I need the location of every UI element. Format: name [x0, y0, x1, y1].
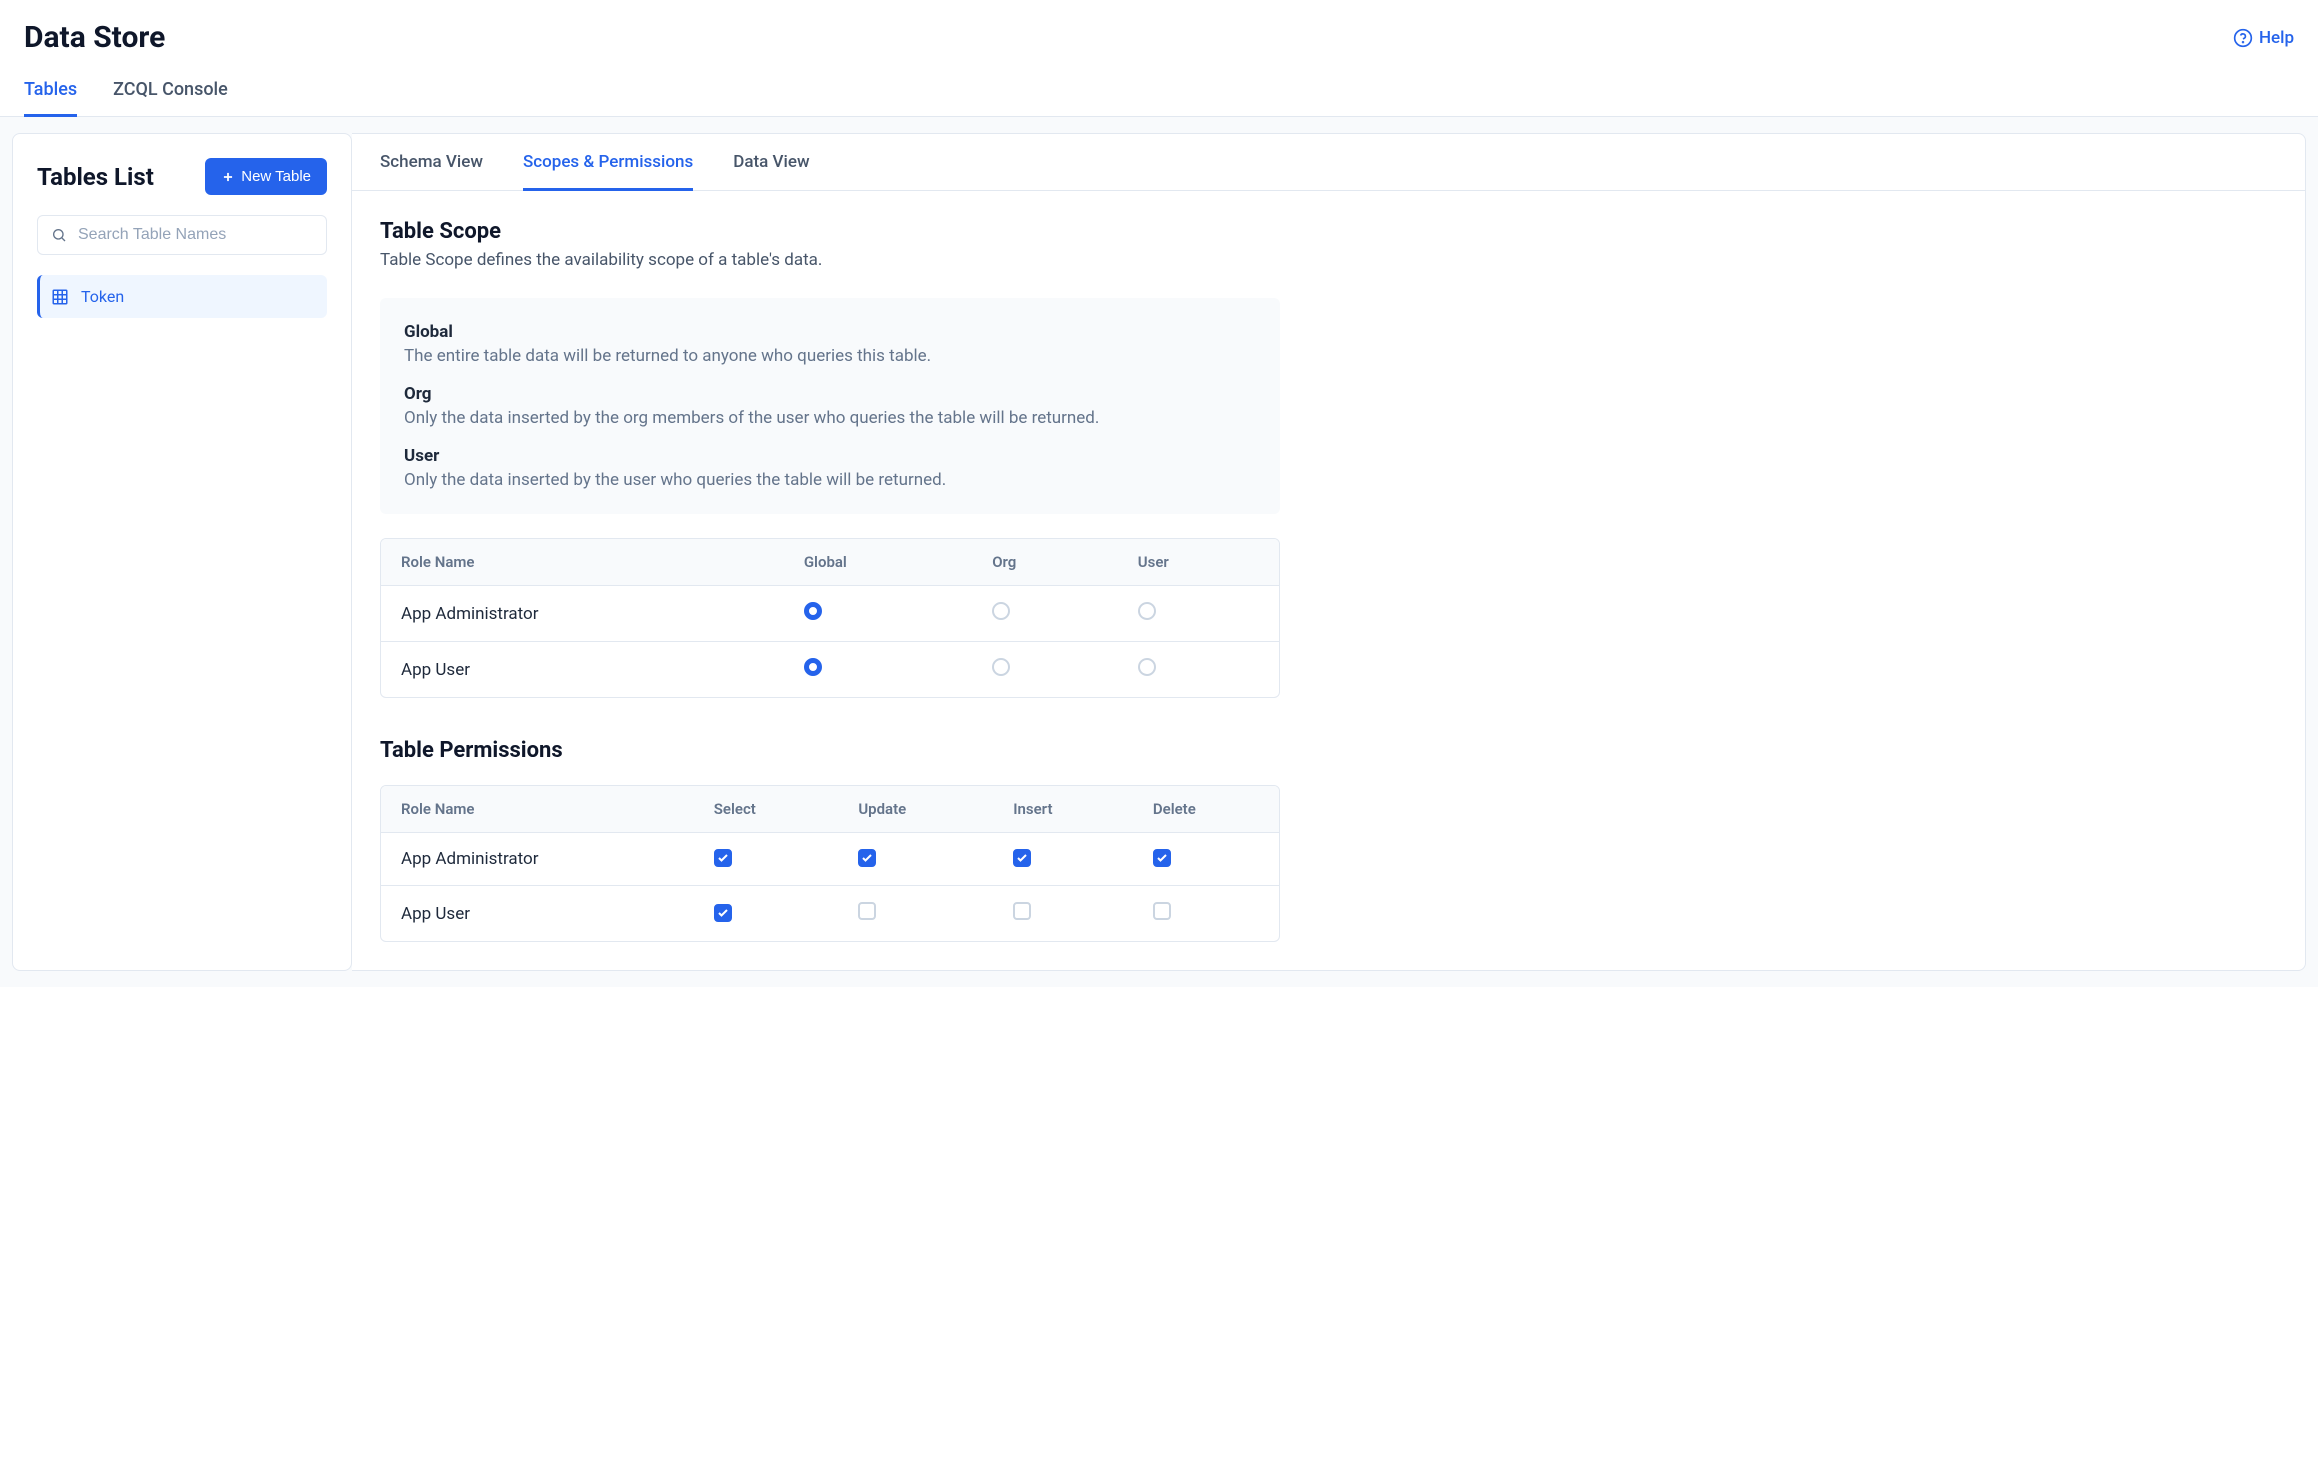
table-item-label: Token	[81, 287, 124, 306]
scope-radio-global[interactable]	[804, 658, 822, 676]
scope-row: App Administrator	[381, 586, 1279, 642]
table-list: Token	[37, 275, 327, 318]
perm-col-update: Update	[838, 786, 993, 833]
help-label: Help	[2259, 28, 2294, 48]
table-item-token[interactable]: Token	[37, 275, 327, 318]
sub-tab-scopes-permissions[interactable]: Scopes & Permissions	[523, 152, 693, 191]
sub-tabs: Schema View Scopes & Permissions Data View	[352, 134, 2305, 191]
scope-role-name: App User	[381, 642, 784, 697]
perm-col-insert: Insert	[993, 786, 1133, 833]
top-tabs: Tables ZCQL Console	[0, 55, 2318, 117]
scope-col-user: User	[1118, 539, 1279, 586]
scope-info-label: Org	[404, 384, 1256, 404]
scope-info-global: Global The entire table data will be retu…	[404, 322, 1256, 366]
scope-radio-org[interactable]	[992, 658, 1010, 676]
scope-info-label: Global	[404, 322, 1256, 342]
scope-info-org: Org Only the data inserted by the org mem…	[404, 384, 1256, 428]
scope-row: App User	[381, 642, 1279, 697]
help-link[interactable]: Help	[2233, 28, 2294, 48]
sub-tab-schema-view[interactable]: Schema View	[380, 152, 483, 191]
page-title: Data Store	[24, 20, 165, 55]
new-table-button[interactable]: New Table	[205, 158, 327, 195]
sidebar-title: Tables List	[37, 163, 154, 191]
top-tab-zcql-console[interactable]: ZCQL Console	[113, 79, 228, 117]
perm-checkbox-update[interactable]	[858, 849, 876, 867]
scope-role-name: App Administrator	[381, 586, 784, 642]
perm-checkbox-insert[interactable]	[1013, 902, 1031, 920]
table-permissions-title: Table Permissions	[380, 738, 2277, 763]
new-table-label: New Table	[241, 168, 311, 185]
scope-radio-org[interactable]	[992, 602, 1010, 620]
search-icon	[51, 227, 67, 243]
sub-tab-data-view[interactable]: Data View	[733, 152, 809, 191]
scope-info-text: Only the data inserted by the org member…	[404, 408, 1099, 428]
perm-checkbox-delete[interactable]	[1153, 902, 1171, 920]
scope-info-user: User Only the data inserted by the user w…	[404, 446, 1256, 490]
perm-row: App Administrator	[381, 833, 1279, 886]
perm-role-name: App User	[381, 886, 694, 941]
scope-radio-user[interactable]	[1138, 602, 1156, 620]
perm-col-delete: Delete	[1133, 786, 1279, 833]
perm-checkbox-select[interactable]	[714, 849, 732, 867]
table-icon	[51, 288, 69, 306]
perm-col-select: Select	[694, 786, 839, 833]
perm-row: App User	[381, 886, 1279, 941]
help-icon	[2233, 28, 2253, 48]
perm-col-role-name: Role Name	[381, 786, 694, 833]
perm-role-name: App Administrator	[381, 833, 694, 886]
perm-checkbox-insert[interactable]	[1013, 849, 1031, 867]
scope-info-label: User	[404, 446, 1256, 466]
scope-radio-global[interactable]	[804, 602, 822, 620]
table-scope-title: Table Scope	[380, 219, 2277, 244]
scope-info-text: Only the data inserted by the user who q…	[404, 470, 946, 490]
content-area: Schema View Scopes & Permissions Data View…	[352, 133, 2306, 971]
perm-checkbox-update[interactable]	[858, 902, 876, 920]
perm-checkbox-delete[interactable]	[1153, 849, 1171, 867]
scope-table: Role NameGlobalOrgUser App Administrator…	[380, 538, 1280, 698]
scope-info-text: The entire table data will be returned t…	[404, 346, 931, 366]
scope-col-org: Org	[972, 539, 1118, 586]
scope-radio-user[interactable]	[1138, 658, 1156, 676]
permissions-table: Role NameSelectUpdateInsertDelete App Ad…	[380, 785, 1280, 942]
search-input[interactable]	[37, 215, 327, 255]
table-scope-desc: Table Scope defines the availability sco…	[380, 250, 2277, 270]
plus-icon	[221, 170, 235, 184]
scope-info-box: Global The entire table data will be retu…	[380, 298, 1280, 514]
perm-checkbox-select[interactable]	[714, 904, 732, 922]
top-tab-tables[interactable]: Tables	[24, 79, 77, 117]
scope-col-role-name: Role Name	[381, 539, 784, 586]
sidebar: Tables List New Table Token	[12, 133, 352, 971]
scope-col-global: Global	[784, 539, 972, 586]
